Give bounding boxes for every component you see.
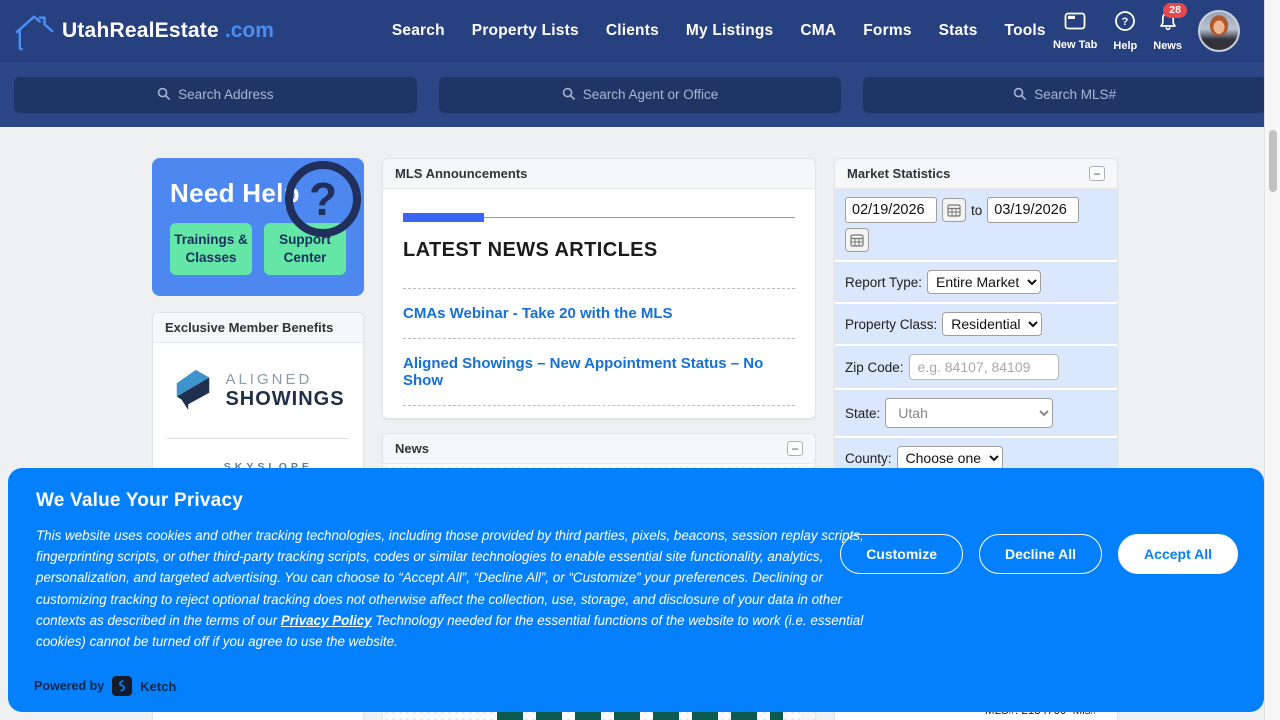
customize-button[interactable]: Customize [840,534,963,574]
state-row: State: Utah [835,390,1117,438]
ketch-label: Ketch [140,679,176,694]
news-article-link[interactable]: Aligned Showings – New Appointment Statu… [403,339,795,405]
ketch-logo-icon [112,676,132,696]
property-class-select[interactable]: Residential [942,312,1042,336]
county-select[interactable]: Choose one [897,446,1003,470]
nav-item-cma[interactable]: CMA [800,22,836,40]
nav-item-tools[interactable]: Tools [1005,22,1046,40]
nav-item-stats[interactable]: Stats [939,22,978,40]
zip-code-label: Zip Code: [845,360,904,375]
mls-announcements-card: MLS Announcements LATEST NEWS ARTICLES C… [382,158,816,419]
svg-text:?: ? [1122,16,1129,28]
new-tab-icon [1063,11,1087,36]
latest-news-heading: LATEST NEWS ARTICLES [403,239,795,262]
aligned-showings-logo[interactable]: ALIGNED SHOWINGS [153,343,363,438]
state-select[interactable]: Utah [885,398,1053,428]
nav-item-search[interactable]: Search [392,22,445,40]
news-article-link[interactable]: CMAs Webinar - Take 20 with the MLS [403,289,795,338]
nav-item-forms[interactable]: Forms [863,22,911,40]
avatar[interactable] [1198,10,1240,52]
cookie-banner-buttons: Customize Decline All Accept All [840,534,1238,574]
mls-announcements-title: MLS Announcements [395,166,527,181]
aligned-text: ALIGNED [225,371,344,388]
question-mark-icon: ? [285,161,361,237]
top-navigation-bar: UtahRealEstate.com Search Property Lists… [0,0,1280,62]
report-type-select[interactable]: Entire Market [927,270,1041,294]
to-label: to [971,203,982,218]
zip-code-row: Zip Code: [835,346,1117,390]
property-class-row: Property Class: Residential [835,304,1117,346]
news-button[interactable]: 28 News [1153,10,1182,52]
nav-item-clients[interactable]: Clients [606,22,659,40]
county-label: County: [845,451,892,466]
showings-text: SHOWINGS [225,388,344,411]
collapse-icon[interactable]: − [787,441,803,456]
aligned-showings-icon [171,365,215,416]
date-to-input[interactable] [987,197,1079,223]
nav-item-my-listings[interactable]: My Listings [686,22,773,40]
search-address-placeholder: Search Address [178,87,273,102]
quick-search-bar: Search Address Search Agent or Office Se… [0,62,1280,127]
new-tab-label: New Tab [1053,39,1097,51]
divider [403,405,795,406]
house-logo-icon [14,11,56,51]
scrollbar-thumb[interactable] [1269,130,1277,192]
property-class-label: Property Class: [845,317,937,332]
need-help-card: Need Help ? Trainings & Classes Support … [152,158,364,296]
date-from-input[interactable] [845,197,937,223]
search-icon [1013,87,1026,103]
site-logo[interactable]: UtahRealEstate.com [14,11,274,51]
powered-by-label: Powered by [34,679,104,693]
help-icon: ? [1114,10,1136,37]
collapse-icon[interactable]: − [1089,166,1105,181]
page: UtahRealEstate.com Search Property Lists… [0,0,1280,720]
calendar-icon[interactable] [942,198,966,222]
market-statistics-title: Market Statistics [847,166,950,181]
top-actions: New Tab ? Help 28 [1053,10,1262,52]
help-label: Help [1113,40,1137,52]
help-button[interactable]: ? Help [1113,10,1137,52]
search-agent-placeholder: Search Agent or Office [583,87,719,102]
zip-code-input[interactable] [909,354,1059,380]
nav-item-property-lists[interactable]: Property Lists [472,22,579,40]
calendar-icon[interactable] [845,228,869,252]
date-range-row: to [835,189,1117,262]
logo-suffix: .com [225,19,274,43]
search-icon [157,87,170,103]
search-mls-placeholder: Search MLS# [1034,87,1116,102]
accept-all-button[interactable]: Accept All [1118,534,1238,574]
cookie-consent-banner: We Value Your Privacy This website uses … [8,468,1264,712]
cookie-banner-title: We Value Your Privacy [36,490,1236,512]
news-title: News [395,441,429,456]
state-label: State: [845,406,880,421]
report-type-row: Report Type: Entire Market [835,262,1117,304]
new-tab-button[interactable]: New Tab [1053,11,1097,51]
news-badge: 28 [1163,3,1187,18]
search-address-input[interactable]: Search Address [14,77,417,113]
main-navigation: Search Property Lists Clients My Listing… [392,22,1046,40]
accent-line [403,213,795,223]
window-scrollbar[interactable] [1264,0,1280,720]
report-type-label: Report Type: [845,275,922,290]
member-benefits-title: Exclusive Member Benefits [165,320,333,335]
decline-all-button[interactable]: Decline All [979,534,1102,574]
privacy-policy-link[interactable]: Privacy Policy [281,613,372,628]
search-mls-input[interactable]: Search MLS# [863,77,1266,113]
search-icon [562,87,575,103]
trainings-classes-button[interactable]: Trainings & Classes [170,223,252,275]
search-agent-office-input[interactable]: Search Agent or Office [439,77,842,113]
powered-by-ketch[interactable]: Powered by Ketch [34,676,176,696]
cookie-banner-body: This website uses cookies and other trac… [36,525,888,652]
news-label: News [1153,40,1182,52]
logo-text: UtahRealEstate [62,19,219,43]
